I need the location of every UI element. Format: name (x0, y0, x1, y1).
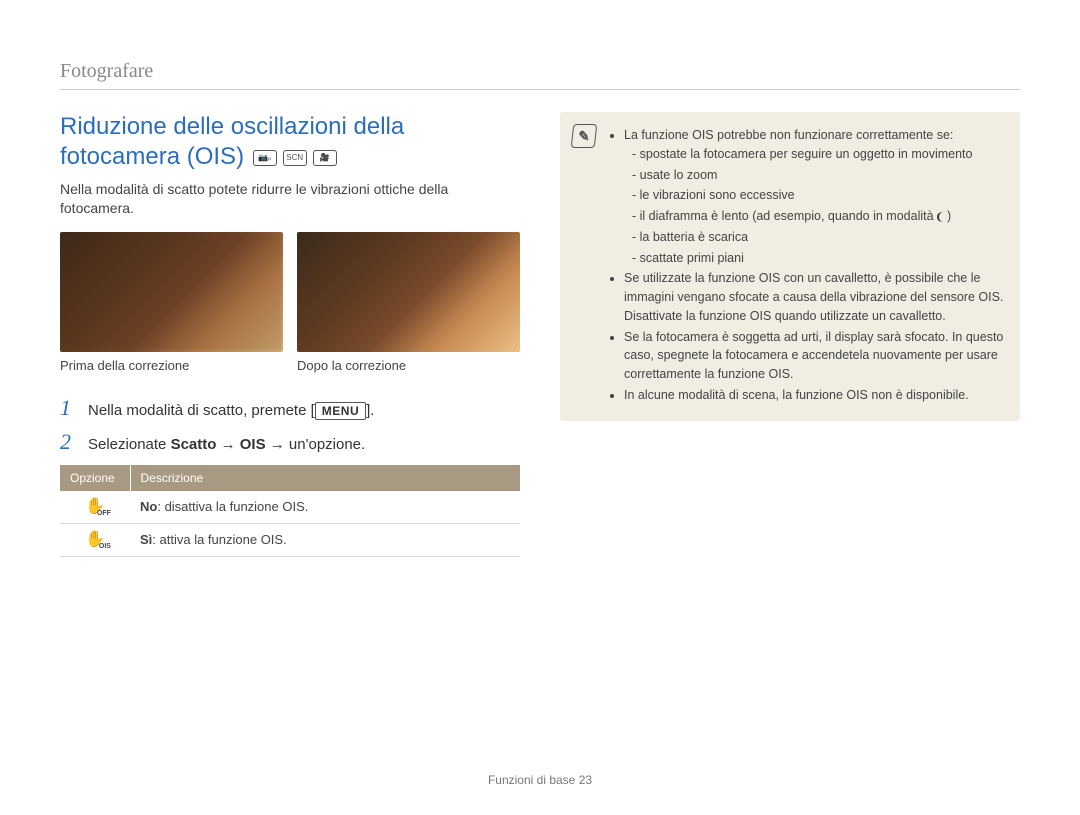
video-icon: 🎥 (313, 150, 337, 166)
note-bullet: Se utilizzate la funzione OIS con un cav… (624, 269, 1004, 325)
step2-arrow2: → un'opzione. (266, 436, 366, 453)
caption-after: Dopo la correzione (297, 358, 520, 373)
step2-prefix: Selezionate (88, 436, 171, 453)
options-table: Opzione Descrizione ✋OFF No: disattiva l… (60, 465, 520, 557)
note-sub: usate lo zoom (632, 166, 1004, 185)
th-desc: Descrizione (130, 465, 520, 491)
note-bullet: Se la fotocamera è soggetta ad urti, il … (624, 328, 1004, 384)
intro-text: Nella modalità di scatto potete ridurre … (60, 180, 520, 218)
step-number: 1 (60, 395, 78, 421)
steps-list: 1 Nella modalità di scatto, premete [MEN… (60, 395, 520, 455)
section-label: Fotografare (60, 60, 1020, 90)
note-bullet: La funzione OIS potrebbe non funzionare … (624, 126, 1004, 267)
note-sub: le vibrazioni sono eccessive (632, 186, 1004, 205)
footer-label: Funzioni di base (488, 773, 575, 787)
step2-bold1: Scatto (171, 436, 217, 453)
th-option: Opzione (60, 465, 130, 491)
page-title: Riduzione delle oscillazioni della fotoc… (60, 112, 520, 172)
left-column: Riduzione delle oscillazioni della fotoc… (60, 112, 520, 557)
page-footer: Funzioni di base 23 (0, 773, 1080, 787)
note-sub: il diaframma è lento (ad esempio, quando… (632, 207, 1004, 226)
opt-yes-text: : attiva la funzione OIS. (152, 532, 286, 547)
note-sub: scattate primi piani (632, 249, 1004, 268)
note-sub: spostate la fotocamera per seguire un og… (632, 145, 1004, 164)
opt-no-label: No (140, 499, 157, 514)
scene-icon: SCN (283, 150, 307, 166)
step2-bold2: OIS (240, 436, 266, 453)
step2-arrow1: → (216, 436, 239, 453)
step-number: 2 (60, 429, 78, 455)
opt-yes-label: Sì (140, 532, 152, 547)
note-bullet: In alcune modalità di scena, la funzione… (624, 386, 1004, 405)
step-1: 1 Nella modalità di scatto, premete [MEN… (60, 395, 520, 421)
step-2: 2 Selezionate Scatto → OIS → un'opzione. (60, 429, 520, 455)
note-icon: ✎ (571, 124, 598, 148)
caption-before: Prima della correzione (60, 358, 283, 373)
footer-page: 23 (579, 773, 592, 787)
table-row: ✋OFF No: disattiva la funzione OIS. (60, 491, 520, 524)
camera-p-icon: 📷ₚ (253, 150, 277, 166)
step1-suffix: ]. (366, 402, 374, 419)
right-column: ✎ La funzione OIS potrebbe non funzionar… (560, 112, 1020, 557)
title-text: Riduzione delle oscillazioni della fotoc… (60, 113, 404, 170)
menu-button-label: MENU (315, 402, 366, 420)
ois-off-icon: ✋OFF (85, 499, 105, 515)
photo-after (297, 232, 520, 352)
night-mode-icon (937, 212, 947, 222)
table-row: ✋OIS Sì: attiva la funzione OIS. (60, 523, 520, 556)
ois-on-icon: ✋OIS (85, 532, 105, 548)
note-sub: la batteria è scarica (632, 228, 1004, 247)
example-photos: Prima della correzione Dopo la correzion… (60, 232, 520, 373)
photo-before (60, 232, 283, 352)
note-box: ✎ La funzione OIS potrebbe non funzionar… (560, 112, 1020, 421)
step1-prefix: Nella modalità di scatto, premete [ (88, 402, 315, 419)
opt-no-text: : disattiva la funzione OIS. (157, 499, 308, 514)
note-b1: La funzione OIS potrebbe non funzionare … (624, 128, 953, 142)
